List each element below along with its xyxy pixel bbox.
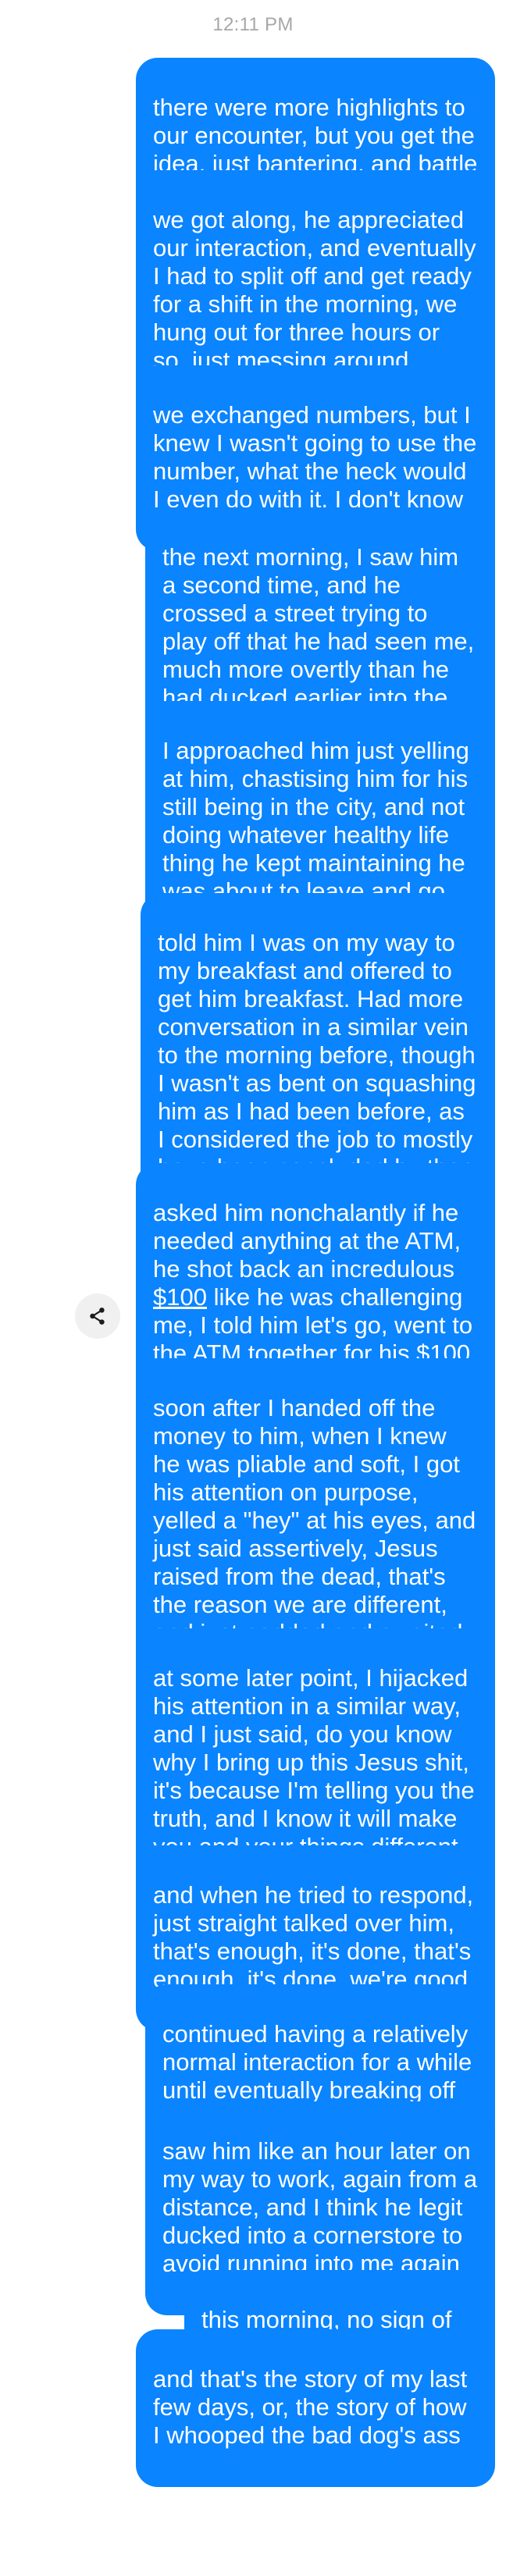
message-text: and that's the story of my last few days… (153, 2365, 468, 2449)
message-text: and when he tried to respond, just strai… (153, 1881, 474, 1993)
message-text: told him I was on my way to my breakfast… (158, 929, 476, 1181)
amount-link[interactable]: $100 (153, 1283, 207, 1311)
message-text: continued having a relatively normal int… (162, 2020, 472, 2104)
message-timestamp: 12:11 PM (212, 14, 294, 35)
message-text: we exchanged numbers, but I knew I wasn'… (153, 401, 477, 513)
message-bubble[interactable]: and that's the story of my last few days… (136, 2329, 495, 2487)
message-text: asked him nonchalantly if he needed anyt… (153, 1199, 478, 1368)
message-text: saw him like an hour later on my way to … (162, 2137, 478, 2277)
share-button[interactable] (75, 1293, 120, 1339)
share-icon (90, 1308, 105, 1325)
message-text: there were more highlights to our encoun… (153, 94, 478, 177)
message-text-part: asked him nonchalantly if he needed anyt… (153, 1199, 461, 1283)
message-text: at some later point, I hijacked his atte… (153, 1664, 475, 1860)
